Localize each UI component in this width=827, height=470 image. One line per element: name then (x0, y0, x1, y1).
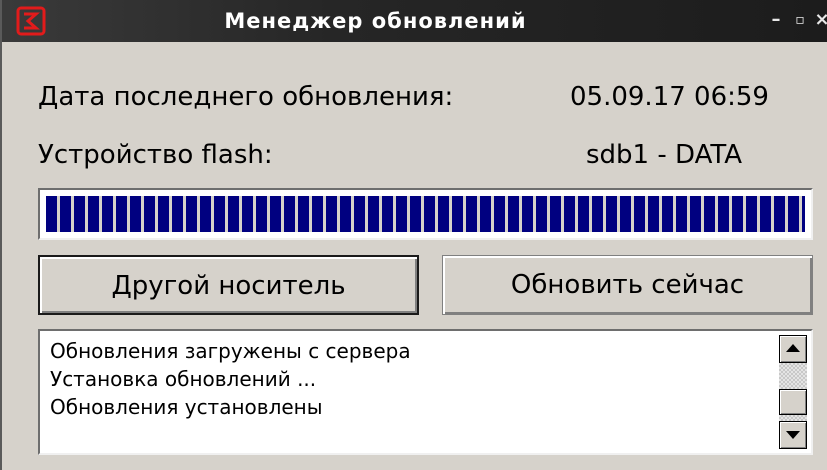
log-lines: Обновления загружены с сервера Установка… (50, 337, 769, 421)
progress-fill (46, 196, 805, 232)
update-log[interactable]: Обновления загружены с сервера Установка… (38, 329, 813, 455)
arrow-up-icon (786, 344, 800, 352)
scroll-down-button[interactable] (779, 421, 807, 449)
minimize-icon[interactable]: – (765, 9, 787, 31)
update-manager-window: Менеджер обновлений – ▫ × Дата последнег… (0, 0, 827, 470)
device-label: Устройство flash: (38, 140, 273, 170)
close-icon[interactable]: × (811, 9, 827, 31)
last-update-value: 05.09.17 06:59 (570, 82, 769, 112)
scrollbar-thumb[interactable] (779, 389, 807, 415)
maximize-icon[interactable]: ▫ (789, 9, 811, 31)
scroll-up-button[interactable] (779, 335, 807, 363)
other-media-button[interactable]: Другой носитель (38, 255, 419, 315)
title-bar[interactable]: Менеджер обновлений – ▫ × (2, 0, 827, 42)
device-value: sdb1 - DATA (586, 140, 742, 170)
window-title: Менеджер обновлений (224, 9, 527, 33)
log-line: Установка обновлений ... (50, 367, 317, 391)
update-progress-bar (38, 188, 813, 240)
log-scrollbar[interactable] (779, 335, 807, 449)
last-update-label: Дата последнего обновления: (38, 82, 454, 112)
update-now-button[interactable]: Обновить сейчас (442, 255, 813, 315)
arrow-down-icon (786, 431, 800, 439)
log-line: Обновления установлены (50, 395, 323, 419)
log-line: Обновления загружены с сервера (50, 339, 411, 363)
